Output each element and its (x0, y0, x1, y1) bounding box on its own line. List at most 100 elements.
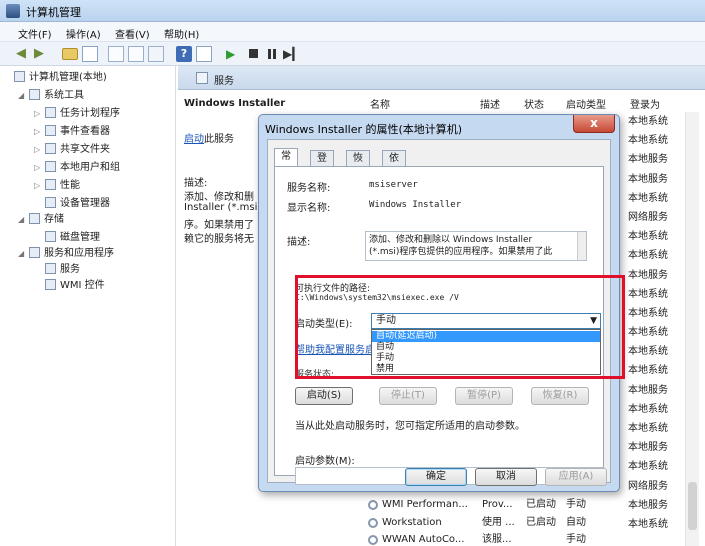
properties-dialog: Windows Installer 的属性(本地计算机) x 常规 登录 恢复 … (258, 114, 625, 492)
expanded-icon[interactable]: ◢ (18, 88, 26, 104)
properties-icon[interactable] (148, 46, 164, 62)
tree-item-system-tools[interactable]: ◢ 系统工具 (18, 88, 84, 104)
expanded-icon[interactable]: ◢ (18, 246, 26, 262)
services-apps-icon (29, 247, 40, 258)
services-header-label: 服务 (214, 76, 234, 87)
services-list-header: 名称 描述 状态 启动类型 登录为 (368, 90, 705, 111)
start-service-text: 启动此服务 (184, 134, 234, 145)
wmi-icon (45, 279, 56, 290)
service-name-label: 服务名称: (287, 183, 331, 194)
export-list-icon[interactable] (128, 46, 144, 62)
collapsed-icon[interactable]: ▷ (34, 160, 42, 176)
column-name[interactable]: 名称 (370, 96, 390, 111)
description-box[interactable]: 添加、修改和删除以 Windows Installer (*.msi)程序包提供… (365, 231, 587, 261)
column-logon-as[interactable]: 登录为 (630, 96, 660, 111)
start-parameters-label: 启动参数(M): (295, 456, 355, 467)
stop-button[interactable]: 停止(T) (379, 387, 437, 405)
back-arrow-icon[interactable]: ◀ (16, 46, 32, 62)
services-scrollbar[interactable] (685, 112, 699, 546)
menu-action[interactable]: 操作(A) (66, 26, 101, 41)
window-title: 计算机管理 (26, 6, 81, 19)
start-service-icon[interactable]: ▶ (226, 46, 242, 62)
service-detail-desc-label: 描述: (184, 178, 208, 189)
tab-dependencies[interactable]: 依存关系 (382, 150, 406, 212)
menu-view[interactable]: 查看(V) (115, 26, 150, 41)
column-description[interactable]: 描述 (480, 96, 500, 111)
display-name-value: Windows Installer (369, 200, 462, 210)
service-gear-icon (368, 535, 378, 545)
menu-help[interactable]: 帮助(H) (164, 26, 199, 41)
navigation-tree: 计算机管理(本地) ◢ 系统工具 ▷ 任务计划程序 ▷ 事件查看器 ▷ 共享文件夹 ▷ 本… (0, 66, 176, 546)
collapsed-icon[interactable]: ▷ (34, 142, 42, 158)
start-button[interactable]: 启动(S) (295, 387, 353, 405)
service-name-value: msiserver (369, 180, 418, 190)
computer-management-icon (6, 4, 20, 18)
stop-service-icon[interactable] (246, 46, 262, 62)
dialog-body: 常规 登录 恢复 依存关系 服务名称: msiserver 显示名称: Wind… (267, 139, 625, 485)
shared-folder-icon (45, 143, 56, 154)
refresh-icon[interactable] (108, 46, 124, 62)
tree-item-computer-management[interactable]: 计算机管理(本地) (14, 70, 107, 86)
expanded-icon[interactable]: ◢ (18, 212, 26, 228)
column-startup-type[interactable]: 启动类型 (566, 96, 606, 111)
description-scrollbar[interactable] (577, 232, 586, 260)
help-icon[interactable]: ? (176, 46, 192, 62)
close-button[interactable]: x (573, 115, 615, 133)
cancel-button[interactable]: 取消 (475, 468, 537, 486)
start-service-link[interactable]: 启动 (184, 134, 204, 145)
up-folder-icon[interactable] (62, 48, 78, 60)
window-titlebar: 计算机管理 (0, 0, 705, 22)
apply-button[interactable]: 应用(A) (545, 468, 607, 486)
pause-button[interactable]: 暂停(P) (455, 387, 513, 405)
tree-item-services[interactable]: 服务 (45, 262, 80, 278)
service-gear-icon (368, 518, 378, 528)
tab-logon[interactable]: 登录 (310, 150, 334, 180)
table-row[interactable]: WMI Performan... Prov... 已启动 手动 (368, 496, 678, 514)
users-icon (45, 161, 56, 172)
scrollbar-thumb[interactable] (688, 482, 697, 530)
tools-icon (29, 89, 40, 100)
pause-service-icon[interactable] (264, 46, 280, 62)
general-tab-panel: 服务名称: msiserver 显示名称: Windows Installer … (274, 166, 625, 485)
collapsed-icon[interactable]: ▷ (34, 106, 42, 122)
tree-item-event-viewer[interactable]: ▷ 事件查看器 (34, 124, 110, 140)
tab-recovery[interactable]: 恢复 (346, 150, 370, 180)
storage-icon (29, 213, 40, 224)
tree-item-task-scheduler[interactable]: ▷ 任务计划程序 (34, 106, 120, 122)
tree-item-services-and-apps[interactable]: ◢ 服务和应用程序 (18, 246, 114, 262)
clock-icon (45, 107, 56, 118)
collapsed-icon[interactable]: ▷ (34, 124, 42, 140)
service-detail-title: Windows Installer (184, 98, 286, 109)
tree-item-shared-folders[interactable]: ▷ 共享文件夹 (34, 142, 110, 158)
tree-item-performance[interactable]: ▷ 性能 (34, 178, 80, 194)
tree-item-wmi-control[interactable]: WMI 控件 (45, 278, 105, 294)
menu-file[interactable]: 文件(F) (18, 26, 52, 41)
table-row[interactable]: Workstation 使用 ... 已启动 自动 (368, 514, 678, 532)
collapsed-icon[interactable]: ▷ (34, 178, 42, 194)
resume-button[interactable]: 恢复(R) (531, 387, 589, 405)
performance-icon (45, 179, 56, 190)
show-tree-icon[interactable] (82, 46, 98, 62)
device-manager-icon (45, 197, 56, 208)
description-label: 描述: (287, 237, 311, 248)
service-detail-desc-line: 添加、修改和删 (184, 192, 254, 203)
table-row[interactable]: WWAN AutoCo... 该服... 手动 (368, 531, 678, 546)
tree-item-disk-management[interactable]: 磁盘管理 (45, 230, 100, 246)
tree-item-local-users[interactable]: ▷ 本地用户和组 (34, 160, 120, 176)
service-detail-desc-line: 序。如果禁用了 (184, 220, 254, 231)
description-line: (*.msi)程序包提供的应用程序。如果禁用了此 (369, 247, 553, 257)
tree-item-storage[interactable]: ◢ 存储 (18, 212, 64, 228)
forward-arrow-icon[interactable]: ▶ (34, 46, 50, 62)
toolbar: ◀ ▶ ? ▶ ▶▎ (0, 42, 705, 66)
action-pane-icon[interactable] (196, 46, 212, 62)
column-status[interactable]: 状态 (524, 96, 544, 111)
event-log-icon (45, 125, 56, 136)
restart-service-icon[interactable]: ▶▎ (283, 46, 301, 62)
menu-bar: 文件(F) 操作(A) 查看(V) 帮助(H) (0, 22, 705, 42)
tree-item-device-manager[interactable]: 设备管理器 (45, 196, 110, 212)
ok-button[interactable]: 确定 (405, 468, 467, 486)
tab-general[interactable]: 常规 (274, 148, 298, 178)
start-parameters-hint: 当从此处启动服务时，您可指定所适用的启动参数。 (295, 421, 525, 432)
disk-icon (45, 231, 56, 242)
services-header: 服务 (178, 66, 705, 90)
